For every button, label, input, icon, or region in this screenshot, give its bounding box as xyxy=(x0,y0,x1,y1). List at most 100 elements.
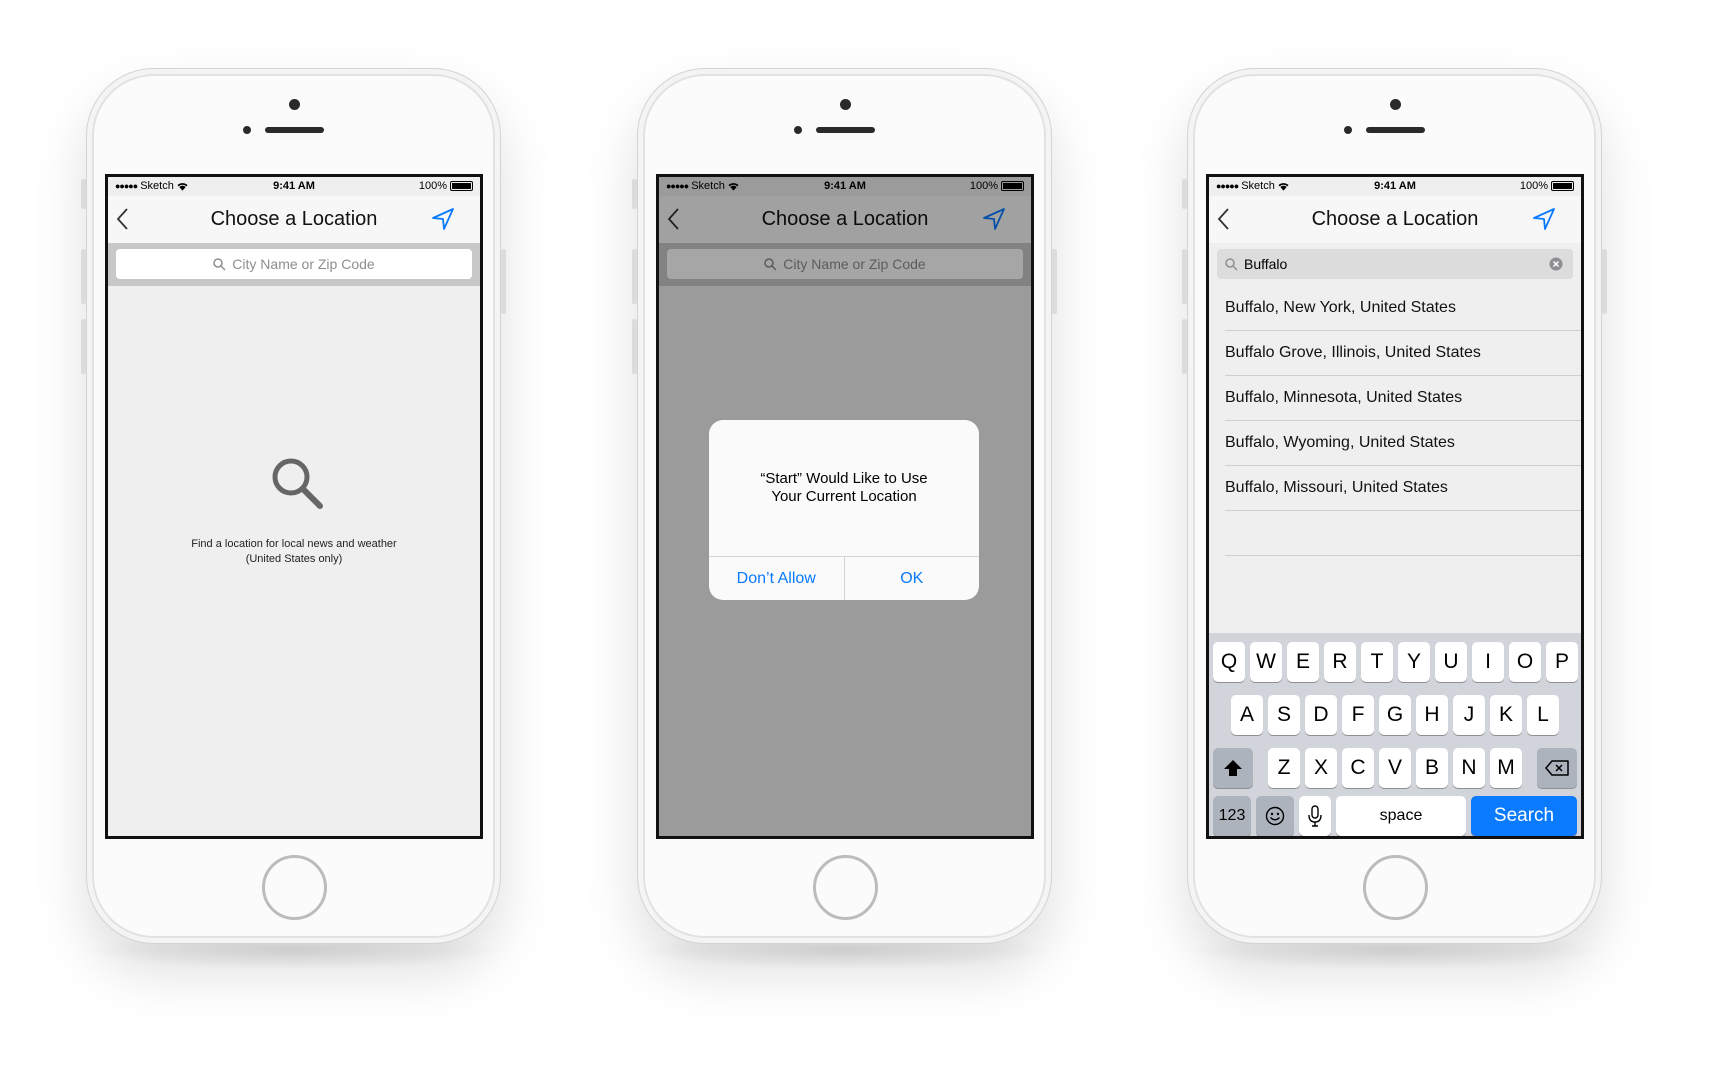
results-list: Buffalo, New York, United States Buffalo… xyxy=(1209,286,1581,556)
screen: ●●●●● Sketch 9:41 AM 100% Choose a Locat… xyxy=(656,174,1034,839)
home-button[interactable] xyxy=(813,855,878,920)
delete-backspace-icon xyxy=(1545,760,1569,776)
search-bar: Buffalo xyxy=(1209,243,1581,286)
search-icon xyxy=(1225,257,1238,271)
key-d[interactable]: D xyxy=(1305,695,1337,735)
key-i[interactable]: I xyxy=(1472,642,1504,682)
shift-icon xyxy=(1224,760,1242,776)
phone-location-alert: ●●●●● Sketch 9:41 AM 100% Choose a Locat… xyxy=(632,68,1057,944)
list-item[interactable]: Buffalo, Missouri, United States xyxy=(1225,466,1581,511)
key-u[interactable]: U xyxy=(1435,642,1467,682)
magnifier-icon xyxy=(272,458,323,509)
key-v[interactable]: V xyxy=(1379,748,1411,788)
search-input[interactable]: Buffalo xyxy=(1217,249,1573,279)
search-input[interactable]: City Name or Zip Code xyxy=(116,249,472,279)
volume-up-button xyxy=(632,249,637,304)
key-z[interactable]: Z xyxy=(1268,748,1300,788)
volume-down-button xyxy=(632,319,637,374)
list-item[interactable]: Buffalo, Minnesota, United States xyxy=(1225,376,1581,421)
location-permission-alert: “Start” Would Like to Use Your Current L… xyxy=(709,420,979,600)
key-r[interactable]: R xyxy=(1324,642,1356,682)
key-j[interactable]: J xyxy=(1453,695,1485,735)
key-s[interactable]: S xyxy=(1268,695,1300,735)
search-placeholder: City Name or Zip Code xyxy=(232,256,375,272)
key-p[interactable]: P xyxy=(1546,642,1578,682)
key-t[interactable]: T xyxy=(1361,642,1393,682)
key-l[interactable]: L xyxy=(1527,695,1559,735)
key-k[interactable]: K xyxy=(1490,695,1522,735)
list-item[interactable]: Buffalo, New York, United States xyxy=(1225,286,1581,331)
space-key[interactable]: space xyxy=(1336,796,1466,836)
key-h[interactable]: H xyxy=(1416,695,1448,735)
screen: ●●●●● Sketch 9:41 AM 100% Choose a Locat… xyxy=(1206,174,1584,839)
search-icon xyxy=(213,257,226,271)
sensor xyxy=(1344,126,1352,134)
battery-icon xyxy=(1551,181,1574,191)
search-bar: City Name or Zip Code xyxy=(108,243,480,286)
alert-buttons: Don’t Allow OK xyxy=(709,556,979,600)
delete-key[interactable] xyxy=(1537,748,1577,788)
key-m[interactable]: M xyxy=(1490,748,1522,788)
page-title: Choose a Location xyxy=(210,208,378,230)
location-arrow-icon[interactable] xyxy=(1531,206,1557,232)
status-bar: ●●●●● Sketch 9:41 AM 100% xyxy=(108,177,480,196)
key-b[interactable]: B xyxy=(1416,748,1448,788)
key-g[interactable]: G xyxy=(1379,695,1411,735)
search-key[interactable]: Search xyxy=(1471,796,1577,836)
mute-switch xyxy=(1182,179,1187,209)
alert-message: “Start” Would Like to Use Your Current L… xyxy=(709,470,979,506)
emoji-icon xyxy=(1265,806,1285,826)
volume-up-button xyxy=(1182,249,1187,304)
mute-switch xyxy=(81,179,86,209)
emoji-key[interactable] xyxy=(1256,796,1294,836)
key-q[interactable]: Q xyxy=(1213,642,1245,682)
battery-percent: 100% xyxy=(1519,180,1548,192)
alert-line2: Your Current Location xyxy=(771,488,917,505)
dont-allow-button[interactable]: Don’t Allow xyxy=(709,557,844,600)
power-button xyxy=(1052,249,1057,314)
shift-key[interactable] xyxy=(1213,748,1253,788)
alert-line1: “Start” Would Like to Use xyxy=(760,470,928,487)
key-n[interactable]: N xyxy=(1453,748,1485,788)
key-x[interactable]: X xyxy=(1305,748,1337,788)
empty-state-line2: (United States only) xyxy=(245,553,343,565)
home-button[interactable] xyxy=(1363,855,1428,920)
key-f[interactable]: F xyxy=(1342,695,1374,735)
front-camera xyxy=(289,99,300,110)
empty-state-line1: Find a location for local news and weath… xyxy=(191,538,397,550)
front-camera xyxy=(840,99,851,110)
front-camera xyxy=(1390,99,1401,110)
sensor xyxy=(794,126,802,134)
power-button xyxy=(501,249,506,314)
search-query: Buffalo xyxy=(1244,256,1288,272)
list-item[interactable]: Buffalo, Wyoming, United States xyxy=(1225,421,1581,466)
empty-list-row xyxy=(1225,511,1581,556)
power-button xyxy=(1602,249,1607,314)
phone-empty-state: ●●●●● Sketch 9:41 AM 100% Choose a Locat… xyxy=(81,68,506,944)
screen: ●●●●● Sketch 9:41 AM 100% Choose a Locat… xyxy=(105,174,483,839)
volume-down-button xyxy=(81,319,86,374)
battery-percent: 100% xyxy=(418,180,447,192)
key-o[interactable]: O xyxy=(1509,642,1541,682)
phone-search-results: ●●●●● Sketch 9:41 AM 100% Choose a Locat… xyxy=(1182,68,1607,944)
empty-state-message: Find a location for local news and weath… xyxy=(108,537,480,567)
dictation-key[interactable] xyxy=(1299,796,1331,836)
volume-up-button xyxy=(81,249,86,304)
key-c[interactable]: C xyxy=(1342,748,1374,788)
earpiece-speaker xyxy=(816,127,875,133)
numbers-key[interactable]: 123 xyxy=(1213,796,1251,836)
key-y[interactable]: Y xyxy=(1398,642,1430,682)
key-w[interactable]: W xyxy=(1250,642,1282,682)
sensor xyxy=(243,126,251,134)
key-e[interactable]: E xyxy=(1287,642,1319,682)
clear-circle-icon[interactable] xyxy=(1549,257,1563,271)
list-item[interactable]: Buffalo Grove, Illinois, United States xyxy=(1225,331,1581,376)
ok-button[interactable]: OK xyxy=(843,557,980,600)
earpiece-speaker xyxy=(1366,127,1425,133)
earpiece-speaker xyxy=(265,127,324,133)
navigation-bar: Choose a Location xyxy=(1209,196,1581,243)
navigation-bar: Choose a Location xyxy=(108,196,480,243)
key-a[interactable]: A xyxy=(1231,695,1263,735)
home-button[interactable] xyxy=(262,855,327,920)
location-arrow-icon[interactable] xyxy=(430,206,456,232)
